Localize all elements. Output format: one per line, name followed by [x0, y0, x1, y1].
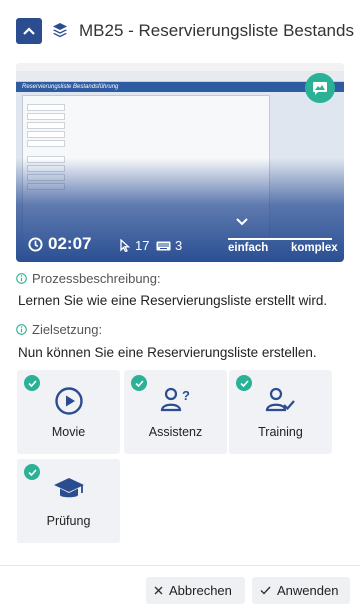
sap-field: [27, 140, 65, 147]
sap-title: Reservierungsliste Bestandsführung: [22, 84, 119, 90]
page-title: MB25 - Reservierungsliste Bestandsfüh: [79, 21, 354, 40]
difficulty-high-label: komplex: [291, 242, 338, 254]
mode-label: Movie: [51, 425, 86, 439]
user-question-icon: ?: [160, 387, 190, 412]
difficulty-low-label: einfach: [228, 242, 269, 254]
info-icon: [16, 273, 27, 284]
preview-thumbnail[interactable]: Reservierungsliste Bestandsführung 02:07…: [16, 63, 344, 262]
input-count-value: 3: [175, 238, 183, 253]
clock-icon: [28, 236, 43, 252]
apply-label: Anwenden: [277, 583, 339, 598]
svg-text:?: ?: [182, 388, 190, 403]
chevron-down-icon[interactable]: [236, 218, 248, 226]
graduation-cap-icon: [53, 478, 84, 498]
image-chat-icon: [313, 82, 327, 95]
cancel-label: Abbrechen: [169, 583, 232, 598]
goal-text: Nun können Sie eine Reservierungsliste e…: [18, 345, 317, 360]
mode-card-pruefung[interactable]: Prüfung: [17, 459, 120, 543]
process-text: Lernen Sie wie eine Reservierungsliste e…: [18, 293, 328, 308]
process-heading: Prozessbeschreibung:: [16, 271, 161, 286]
difficulty-bar: [228, 238, 332, 240]
preview-bubble[interactable]: [305, 73, 335, 103]
cancel-button[interactable]: Abbrechen: [146, 577, 245, 604]
sap-field: [27, 122, 65, 129]
mode-label: Assistenz: [148, 425, 203, 439]
play-circle-icon: [54, 387, 83, 415]
user-check-icon: [265, 387, 295, 412]
sap-menubar: [16, 63, 344, 71]
click-count-value: 17: [135, 238, 150, 253]
mode-card-assistenz[interactable]: ? Assistenz: [124, 370, 227, 454]
cursor-icon: [120, 239, 131, 252]
header: MB25 - Reservierungsliste Bestandsfüh: [0, 0, 360, 64]
process-label: Prozessbeschreibung:: [32, 271, 161, 286]
duration-value: 02:07: [48, 234, 92, 253]
mode-card-movie[interactable]: Movie: [17, 370, 120, 454]
check-icon: [260, 586, 271, 595]
click-count: 17: [120, 238, 149, 253]
sap-titlebar: Reservierungsliste Bestandsführung: [16, 82, 344, 92]
collapse-button[interactable]: [16, 18, 42, 44]
duration: 02:07: [28, 234, 91, 254]
mode-label: Prüfung: [46, 514, 91, 528]
goal-label: Zielsetzung:: [32, 322, 103, 337]
goal-heading: Zielsetzung:: [16, 322, 102, 337]
keyboard-icon: [156, 241, 171, 250]
apply-button[interactable]: Anwenden: [252, 577, 350, 604]
chevron-up-icon: [23, 27, 35, 35]
input-count: 3: [156, 238, 182, 253]
sap-toolbar: [16, 71, 344, 82]
sap-field: [27, 113, 65, 120]
layers-icon: [53, 23, 67, 38]
info-icon: [16, 324, 27, 335]
sap-field: [27, 104, 65, 111]
mode-label: Training: [258, 425, 303, 439]
close-icon: [154, 586, 163, 595]
footer-divider: [0, 565, 360, 566]
sap-field: [27, 131, 65, 138]
mode-card-training[interactable]: Training: [229, 370, 332, 454]
